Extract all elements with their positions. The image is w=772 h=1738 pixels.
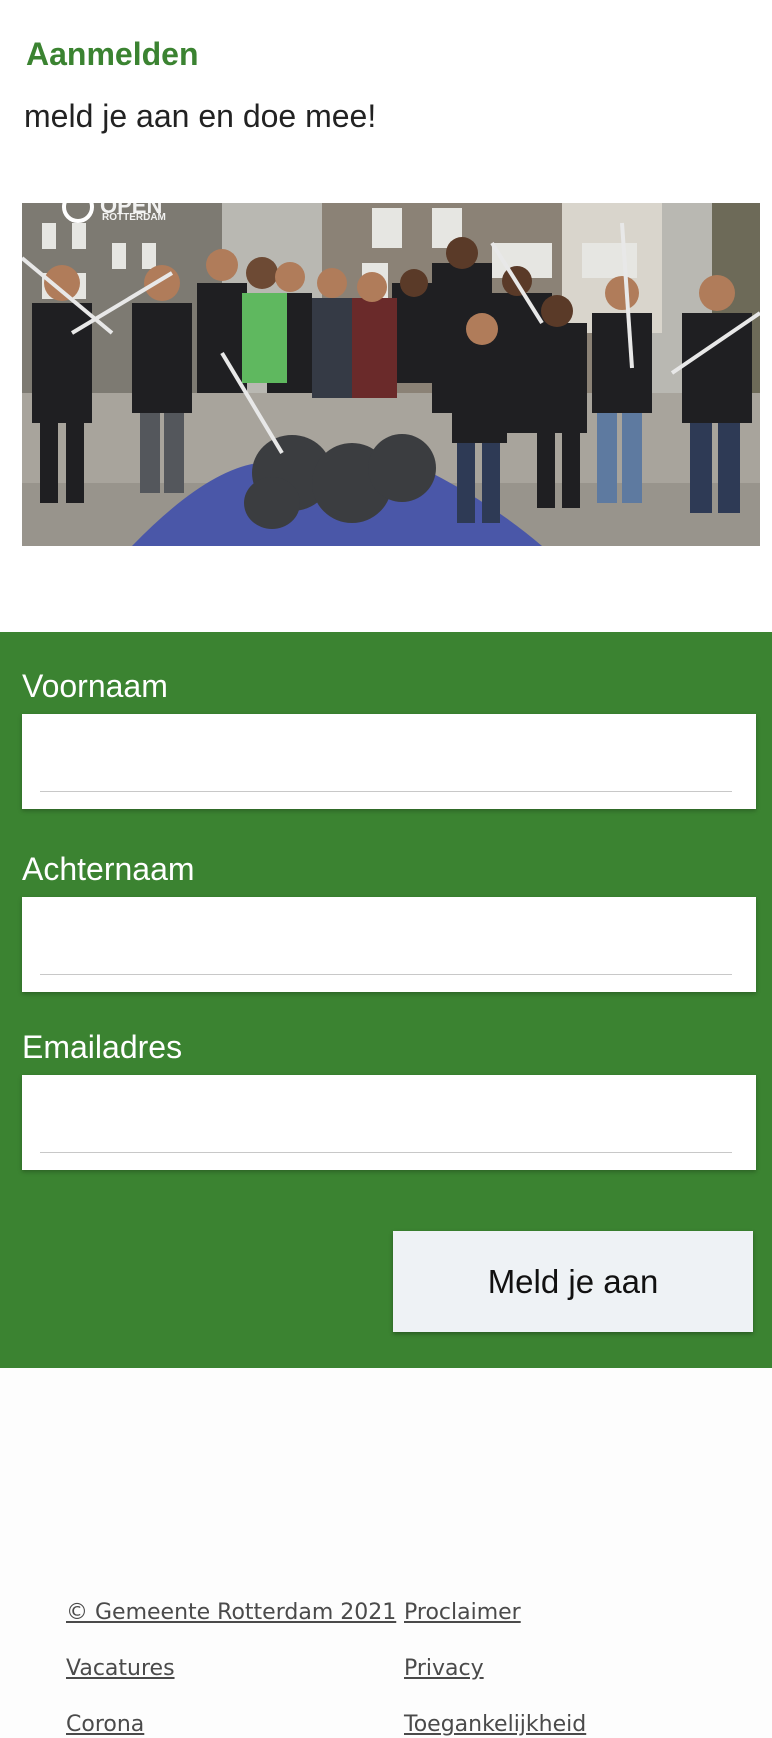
email-field-box: [22, 1075, 756, 1170]
footer-link-copyright[interactable]: © Gemeente Rotterdam 2021: [66, 1600, 396, 1625]
first-name-field-box: [22, 714, 756, 809]
page-header: Aanmelden meld je aan en doe mee! OPEN R…: [0, 0, 772, 630]
group-photo: OPEN ROTTERDAM: [22, 203, 760, 546]
footer-link-proclaimer[interactable]: Proclaimer: [404, 1600, 521, 1625]
page-title: Aanmelden: [26, 36, 199, 72]
footer: © Gemeente Rotterdam 2021 Proclaimer Vac…: [0, 1368, 772, 1738]
footer-link-privacy[interactable]: Privacy: [404, 1656, 484, 1681]
photo-watermark-line2: ROTTERDAM: [102, 212, 166, 223]
submit-button[interactable]: Meld je aan: [393, 1231, 753, 1332]
first-name-label: Voornaam: [22, 668, 168, 704]
footer-link-vacatures[interactable]: Vacatures: [66, 1656, 175, 1681]
page-subtitle: meld je aan en doe mee!: [24, 98, 377, 134]
footer-link-toegankelijkheid[interactable]: Toegankelijkheid: [404, 1712, 586, 1737]
signup-form: Voornaam Achternaam Emailadres Meld je a…: [0, 632, 772, 1368]
footer-link-corona[interactable]: Corona: [66, 1712, 144, 1737]
email-input[interactable]: [40, 1075, 732, 1153]
last-name-input[interactable]: [40, 897, 732, 975]
email-label: Emailadres: [22, 1029, 183, 1065]
last-name-label: Achternaam: [22, 851, 195, 887]
last-name-field-box: [22, 897, 756, 992]
first-name-input[interactable]: [40, 714, 732, 792]
